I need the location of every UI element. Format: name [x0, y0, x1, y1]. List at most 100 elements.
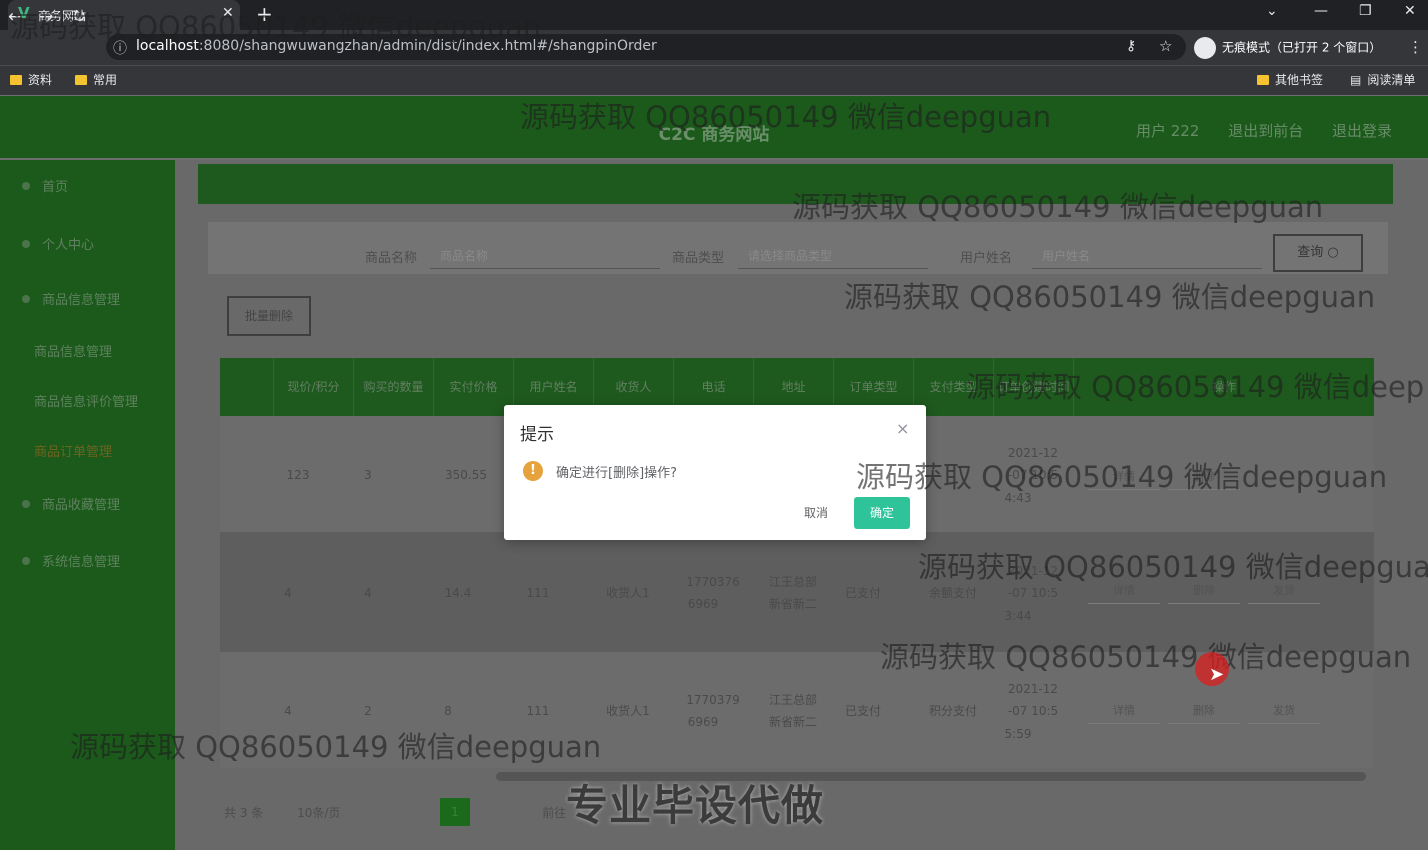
window-close-icon[interactable]: ✕: [1404, 3, 1416, 19]
column-header: 实付价格: [433, 358, 513, 416]
user-name-label: 用户姓名: [960, 251, 1013, 266]
bookmark-ziliao[interactable]: 资料: [10, 71, 52, 88]
cell-paid: 14.4: [444, 586, 472, 600]
cell-phone: 1770376: [686, 575, 740, 589]
cell-paid: 8: [444, 704, 452, 718]
cell-status: 已支付: [844, 704, 881, 718]
cell-qty: 2: [364, 704, 372, 718]
folder-icon: [75, 75, 87, 85]
column-header: 现价/积分: [273, 358, 353, 416]
cell-address: 江王总部: [768, 575, 817, 589]
reading-list-icon: ▤: [1350, 73, 1362, 87]
cell-paid: 350.55: [445, 468, 487, 482]
watermark-text: 源码获取 QQ86050149 微信deepguan: [856, 460, 1388, 494]
cell-price: 4: [284, 704, 292, 718]
sidebar-item-system[interactable]: 系统信息管理: [0, 551, 175, 570]
query-button[interactable]: 查询 ○: [1273, 234, 1363, 272]
pagination-total: 共 3 条: [224, 806, 264, 820]
current-user: 用户 222: [1136, 122, 1200, 140]
dialog-title: 提示: [520, 425, 554, 445]
cell-pay: 积分支付: [928, 704, 977, 718]
user-name-input[interactable]: 用户姓名: [1032, 239, 1262, 269]
watermark-text: 源码获取 QQ86050149 微信deepguan: [70, 730, 602, 764]
incognito-indicator[interactable]: 无痕模式（已打开 2 个窗口）: [1194, 37, 1381, 59]
sidebar-item-product-info[interactable]: 商品信息管理: [0, 289, 175, 308]
confirm-button[interactable]: 确定: [854, 497, 910, 529]
sidebar-item-favorites[interactable]: 商品收藏管理: [0, 494, 175, 513]
watermark-text: 源码获取 QQ86050149 微信deepguan: [880, 640, 1412, 674]
logout-link[interactable]: 退出登录: [1332, 122, 1392, 140]
watermark-text: 源码获取 QQ86050149 微信deepguan: [520, 100, 1052, 134]
bookmark-changyong[interactable]: 常用: [75, 71, 117, 88]
detail-button[interactable]: 详情: [1088, 700, 1160, 724]
page-size-select[interactable]: 10条/页: [297, 806, 340, 820]
cell-receiver: 收货人1: [606, 704, 650, 718]
watermark-text: 源码获取 QQ86050149 微信deepgua: [918, 550, 1428, 584]
cell-time: -07 10:5: [1007, 704, 1059, 718]
bookmarks-bar: [0, 65, 1428, 95]
menu-dots-icon[interactable]: ⋮: [1408, 38, 1423, 56]
tab-search-icon[interactable]: ⌄: [1266, 3, 1278, 19]
cell-price: 4: [284, 586, 292, 600]
current-page-button[interactable]: 1: [440, 798, 470, 826]
restore-icon[interactable]: ❐: [1359, 3, 1372, 19]
watermark-text: 源码获取 QQ86050149 微信deepguan: [844, 280, 1376, 314]
cell-phone: 1770379: [686, 693, 740, 707]
star-icon: [22, 500, 30, 508]
cell-status: 已支付: [844, 586, 881, 600]
sidebar-subitem-product-review[interactable]: 商品信息评价管理: [0, 391, 175, 410]
watermark-text: 源码获取 QQ86050149 微信deepguan: [10, 10, 542, 44]
folder-icon: [10, 75, 22, 85]
product-name-label: 商品名称: [365, 251, 418, 266]
folder-icon: [1257, 75, 1269, 85]
minimize-icon[interactable]: —: [1314, 3, 1328, 19]
close-icon[interactable]: ×: [896, 419, 909, 438]
column-header: [220, 358, 273, 416]
watermark-text: 源码获取 QQ86050149 微信deepguan: [792, 190, 1324, 224]
user-icon: [22, 240, 30, 248]
delete-button[interactable]: 删除: [1168, 700, 1240, 724]
cell-user: 111: [526, 704, 550, 718]
goto-label: 前往: [542, 806, 567, 820]
cell-address: 新省新二: [768, 597, 817, 611]
settings-icon: [22, 557, 30, 565]
exit-to-frontend-link[interactable]: 退出到前台: [1228, 122, 1303, 140]
cell-time: 3:44: [1004, 609, 1032, 623]
cancel-button[interactable]: 取消: [790, 499, 842, 527]
warning-icon: !: [523, 461, 543, 481]
watermark-text: 源码获取 QQ86050149 微信deep: [966, 370, 1425, 404]
reading-list[interactable]: ▤ 阅读清单: [1350, 71, 1415, 88]
grid-icon: [22, 295, 30, 303]
column-header: 购买的数量: [353, 358, 433, 416]
cell-phone: 6969: [687, 597, 719, 611]
product-name-input[interactable]: 商品名称: [430, 239, 660, 269]
home-icon: [22, 182, 30, 190]
sidebar-subitem-product-info[interactable]: 商品信息管理: [0, 341, 175, 360]
cell-qty: 3: [364, 468, 372, 482]
pagination: 共 3 条 10条/页 前往: [224, 804, 566, 821]
sidebar-item-profile[interactable]: 个人中心: [0, 234, 175, 253]
key-icon[interactable]: ⚷: [1126, 38, 1136, 54]
ship-button[interactable]: 发货: [1248, 700, 1320, 724]
cell-price: 123: [286, 468, 310, 482]
cell-time: 2021-12: [1007, 682, 1059, 696]
cell-receiver: 收货人1: [606, 586, 650, 600]
batch-delete-button[interactable]: 批量删除: [227, 296, 311, 336]
incognito-icon: [1194, 37, 1216, 59]
dialog-message: 确定进行[删除]操作?: [556, 466, 678, 481]
cell-phone: 6969: [687, 715, 719, 729]
product-type-select[interactable]: 请选择商品类型: [738, 239, 928, 269]
cell-address: 江王总部: [768, 693, 817, 707]
cell-address: 新省新二: [768, 715, 817, 729]
cell-user: 111: [526, 586, 550, 600]
product-type-label: 商品类型: [672, 251, 725, 266]
sidebar-item-home[interactable]: 首页: [0, 176, 175, 195]
incognito-label: 无痕模式（已打开 2 个窗口）: [1222, 40, 1382, 55]
mouse-pointer-icon: ➤: [1209, 664, 1225, 685]
sidebar-subitem-product-order[interactable]: 商品订单管理: [0, 441, 175, 460]
other-bookmarks[interactable]: 其他书签: [1257, 71, 1323, 88]
cell-time: 5:59: [1004, 727, 1032, 741]
star-icon[interactable]: ☆: [1159, 37, 1172, 55]
header-links: 用户 222 退出到前台 退出登录: [1112, 120, 1392, 141]
video-caption: 专业毕设代做: [566, 781, 825, 830]
